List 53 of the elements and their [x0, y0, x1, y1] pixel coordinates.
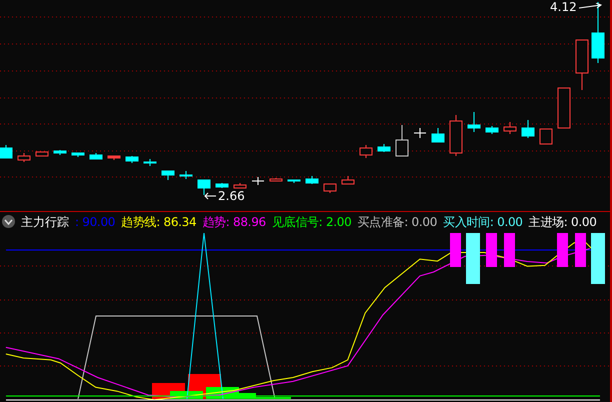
candlestick: [540, 128, 552, 144]
candlestick: [288, 180, 300, 184]
signal-bar: [557, 233, 568, 267]
candlestick: [324, 184, 336, 194]
candlestick: [360, 144, 372, 158]
candlestick: [522, 120, 534, 138]
candlestick: [414, 128, 426, 138]
candlestick: [432, 128, 444, 142]
indicator-reading: 趋势线: 86.34: [121, 214, 196, 230]
candlestick: [126, 156, 138, 164]
candlestick: [396, 124, 408, 156]
candlestick: [54, 150, 66, 156]
candlestick: [558, 88, 570, 128]
candlestick: [198, 180, 210, 196]
low-price-label: 2.66: [218, 189, 245, 203]
arrow-icon: [204, 192, 216, 200]
candlestick: [216, 182, 228, 188]
signal-bar: [591, 233, 605, 284]
signal-bar: [575, 233, 586, 267]
indicator-reading: 主进场: 0.00: [528, 214, 597, 230]
high-price-label: 4.12: [550, 0, 577, 14]
candlestick: [592, 2, 604, 64]
indicator-reading: 见底信号: 2.00: [272, 214, 352, 230]
indicator-reading: 买点准备: 0.00: [357, 214, 438, 230]
signal-bar: [450, 233, 461, 267]
candlestick: [18, 152, 30, 162]
candlestick: [486, 126, 498, 134]
indicator-reading: 买入时间: 0.00: [443, 214, 523, 230]
candlestick: [36, 152, 48, 156]
candlestick: [234, 182, 246, 188]
candlestick: [270, 178, 282, 182]
signal-bar: [466, 233, 480, 284]
signal-bar: [486, 233, 497, 267]
arrow-icon: [578, 3, 603, 11]
candlestick: [252, 176, 264, 186]
candlestick: [0, 144, 12, 158]
indicator-title: 主力行踪: [21, 214, 69, 230]
candlestick: [180, 170, 192, 180]
candlestick: [306, 176, 318, 184]
signal-bar: [504, 233, 515, 267]
candlestick: [504, 122, 516, 134]
candlestick: [162, 170, 174, 180]
candlestick: [468, 112, 480, 132]
indicator-reading: : 90.00: [75, 214, 116, 230]
candlestick: [450, 114, 462, 156]
candlestick: [90, 152, 102, 160]
collapse-icon[interactable]: [2, 215, 15, 228]
indicator-reading: 趋势: 88.96: [202, 214, 266, 230]
candlestick: [576, 40, 588, 90]
candlestick: [342, 176, 354, 184]
candlestick: [72, 152, 84, 158]
candlestick: [108, 156, 120, 160]
candlestick: [378, 144, 390, 152]
